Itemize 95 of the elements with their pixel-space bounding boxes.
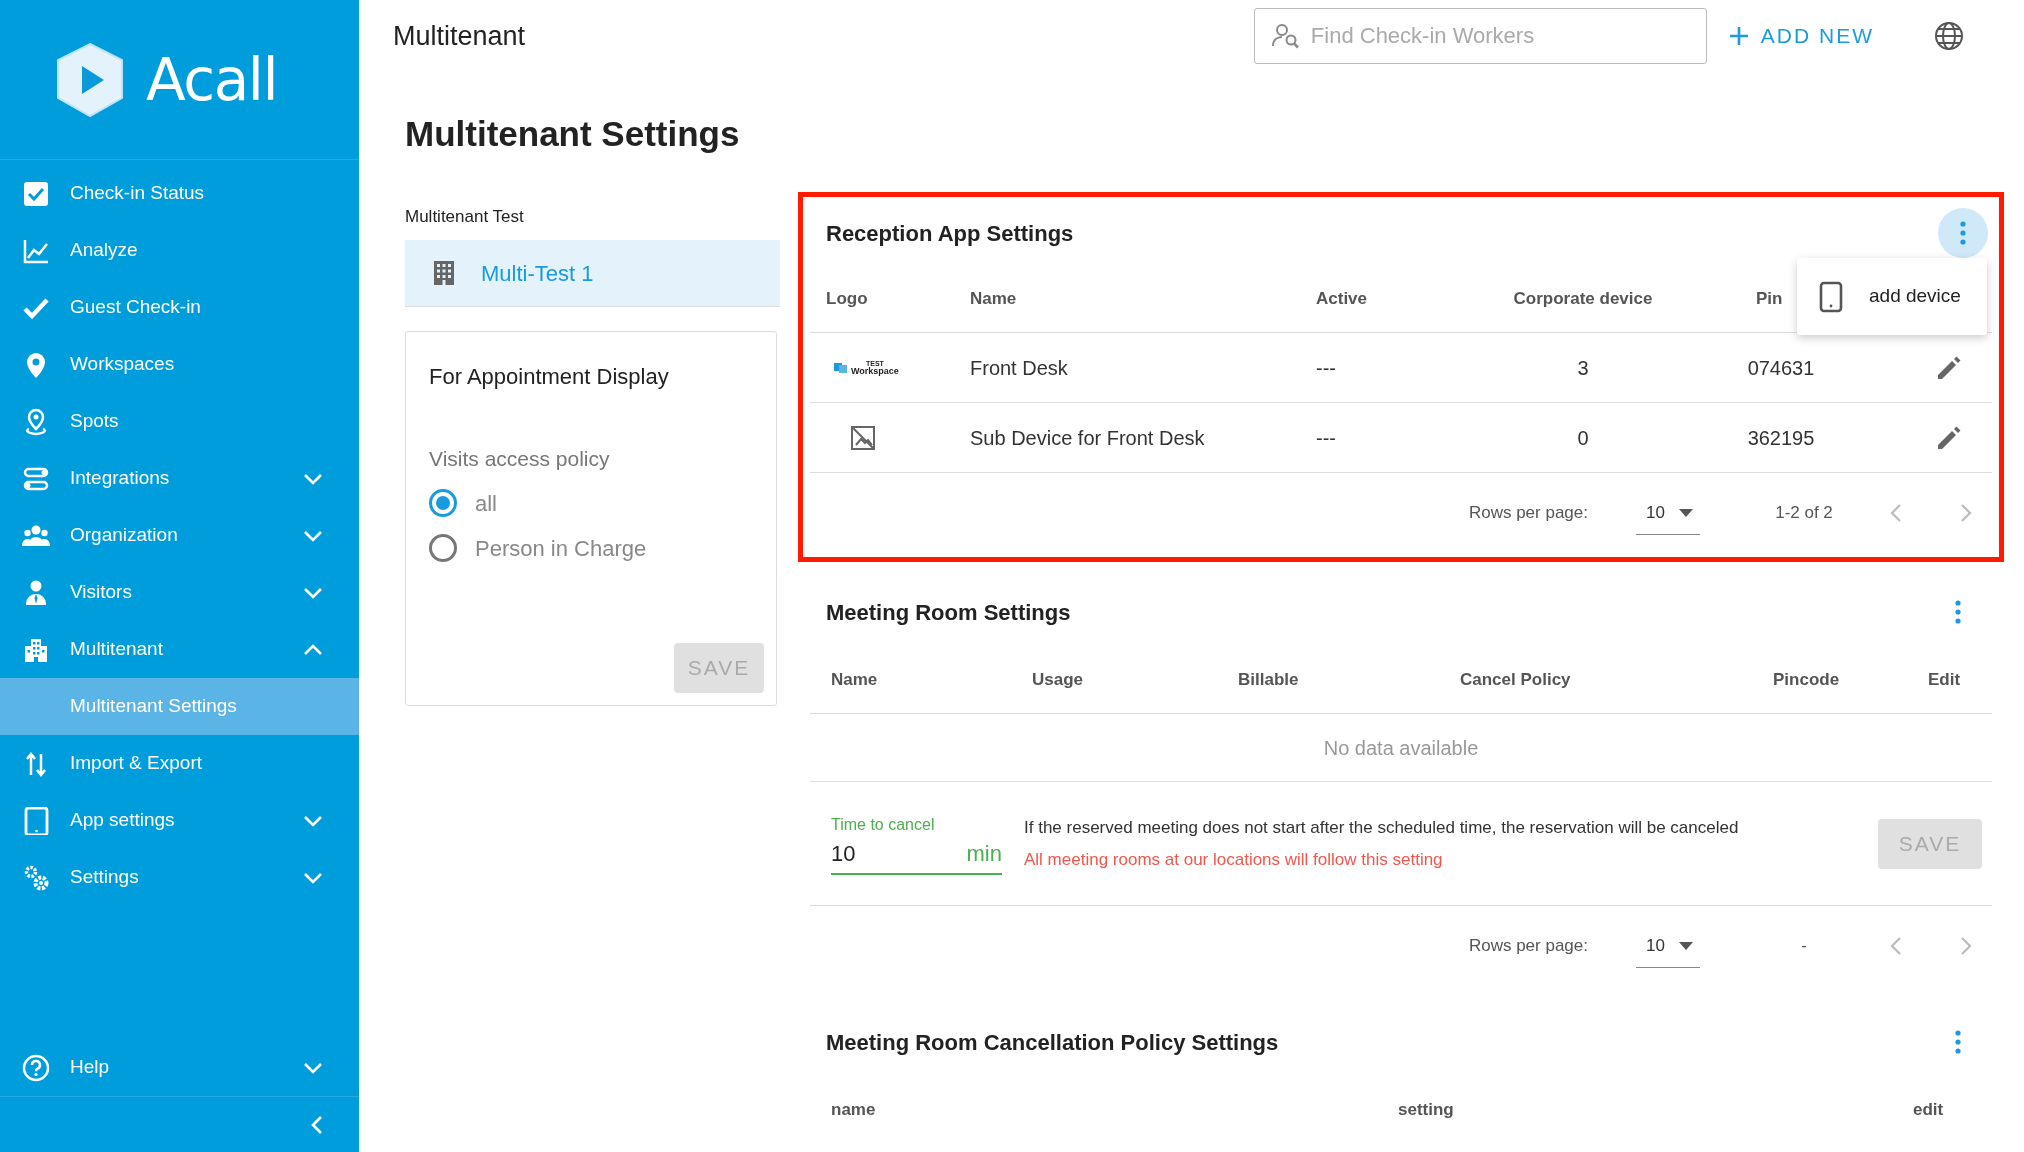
chevron-right-icon[interactable] — [1960, 936, 1972, 956]
chevron-down-icon[interactable] — [303, 529, 323, 542]
tenant-group-heading: Multitenant Test — [405, 206, 525, 228]
column-header: Usage — [1032, 668, 1085, 691]
checkbox-icon — [22, 179, 50, 208]
card-title: For Appointment Display — [429, 363, 670, 391]
table-cell-text: Front Desk — [970, 355, 1069, 381]
nav-item[interactable]: Multitenant — [0, 621, 359, 678]
page-range: - — [1800, 935, 1808, 958]
warning-text: All meeting rooms at our locations will follow this setting — [1024, 848, 1444, 871]
table-cell-text: 0 — [1576, 425, 1590, 451]
chevron-down-icon[interactable] — [303, 1061, 323, 1074]
globe-icon[interactable] — [1934, 21, 1964, 51]
column-header: Pincode — [1773, 668, 1841, 691]
column-header: Corporate device — [1512, 287, 1654, 310]
time-to-cancel-field[interactable]: Time to cancel 10 min — [831, 812, 1002, 875]
section-title: Meeting Room Cancellation Policy Settings — [826, 1028, 1279, 1057]
section-title: Meeting Room Settings — [826, 598, 1071, 627]
column-header: Cancel Policy — [1460, 668, 1572, 691]
radio-label: Person in Charge — [475, 534, 647, 563]
radio-label: all — [475, 489, 497, 518]
table-cell-text: 3 — [1576, 355, 1590, 381]
nav-subitem[interactable]: Multitenant Settings — [0, 678, 359, 735]
tenant-item[interactable]: Multi-Test 1 — [405, 240, 780, 307]
tablet-icon — [22, 806, 50, 835]
help-text: If the reserved meeting does not start after the scheduled time, the reservation will be canceled — [1024, 817, 1740, 839]
table-cell-text: --- — [1316, 425, 1337, 451]
person-search-icon — [1271, 22, 1300, 50]
chevron-left-icon[interactable] — [1890, 936, 1902, 956]
table-cell-text: 074631 — [1746, 355, 1816, 381]
logo-text: Workspace — [851, 366, 899, 376]
column-header: Pin — [1756, 287, 1783, 310]
nav-item[interactable]: Guest Check-in — [0, 279, 359, 336]
nav-item[interactable]: Analyze — [0, 222, 359, 279]
page-range: 1-2 of 2 — [1774, 502, 1834, 525]
field-label: Visits access policy — [429, 446, 611, 472]
nav-item[interactable]: Integrations — [0, 450, 359, 507]
rows-per-page-label: Rows per page: — [1468, 935, 1588, 958]
column-header: edit — [1913, 1099, 1945, 1122]
kebab-icon — [1960, 221, 1966, 245]
nav-item[interactable]: Import & Export — [0, 735, 359, 792]
add-new-button[interactable]: ADD NEW — [1724, 14, 1878, 58]
nav-item[interactable]: Settings — [0, 849, 359, 906]
nav-item[interactable]: Check-in Status — [0, 165, 359, 222]
plus-icon — [1728, 26, 1749, 46]
column-header: Name — [970, 287, 1018, 310]
table-cell-text: Sub Device for Front Desk — [970, 425, 1206, 451]
column-header: Name — [831, 668, 879, 691]
nav-item[interactable]: Visitors — [0, 564, 359, 621]
nav-item[interactable]: App settings — [0, 792, 359, 849]
section-title: Reception App Settings — [826, 219, 1074, 248]
nav-item[interactable]: Workspaces — [0, 336, 359, 393]
help-icon — [22, 1053, 50, 1082]
nav-item[interactable]: Organization — [0, 507, 359, 564]
search-field[interactable]: Find Check-in Workers — [1253, 8, 1707, 64]
column-header: setting — [1398, 1099, 1455, 1122]
page-header-title: Multitenant — [393, 19, 527, 53]
brand-name: Acall — [146, 50, 278, 109]
nav-item[interactable]: Help — [0, 1039, 359, 1096]
building-icon — [433, 260, 455, 286]
rows-per-page-select[interactable]: 10 — [1636, 924, 1700, 968]
chevron-down-icon[interactable] — [303, 871, 323, 884]
dropdown-arrow-icon — [1678, 941, 1693, 950]
table-cell-text: --- — [1316, 355, 1337, 381]
tablet-icon — [1819, 280, 1843, 313]
column-header: Billable — [1238, 668, 1300, 691]
column-header: Logo — [826, 287, 869, 310]
column-header: Edit — [1928, 668, 1962, 691]
radio-button[interactable] — [429, 534, 457, 562]
empty-message: No data available — [1323, 735, 1479, 761]
gears-icon — [22, 863, 50, 892]
rows-per-page-select[interactable]: 10 — [1636, 491, 1700, 535]
page-title: Multitenant Settings — [405, 113, 741, 155]
column-header: name — [831, 1099, 877, 1122]
dropdown-arrow-icon — [1678, 508, 1693, 517]
kebab-icon — [1955, 600, 1961, 624]
chevron-down-icon[interactable] — [303, 586, 323, 599]
column-header: Active — [1316, 287, 1369, 310]
chevron-right-icon[interactable] — [1960, 503, 1972, 523]
menu-item[interactable]: add device — [1797, 266, 1987, 327]
table-cell-text: 362195 — [1746, 425, 1816, 451]
more-options-button[interactable] — [1938, 208, 1988, 258]
pencil-icon[interactable] — [1936, 424, 1962, 451]
nav-item[interactable]: Spots — [0, 393, 359, 450]
radio-button[interactable] — [429, 489, 457, 517]
chevron-left-icon[interactable] — [1890, 503, 1902, 523]
rows-per-page-label: Rows per page: — [1468, 502, 1588, 525]
chevron-up-icon[interactable] — [303, 643, 323, 656]
kebab-icon — [1955, 1030, 1961, 1054]
logo-icon — [834, 361, 848, 374]
collapse-icon[interactable] — [311, 1114, 323, 1135]
pencil-icon[interactable] — [1936, 354, 1962, 381]
chevron-down-icon[interactable] — [303, 472, 323, 485]
chevron-down-icon[interactable] — [303, 814, 323, 827]
no-image-icon — [850, 424, 876, 451]
